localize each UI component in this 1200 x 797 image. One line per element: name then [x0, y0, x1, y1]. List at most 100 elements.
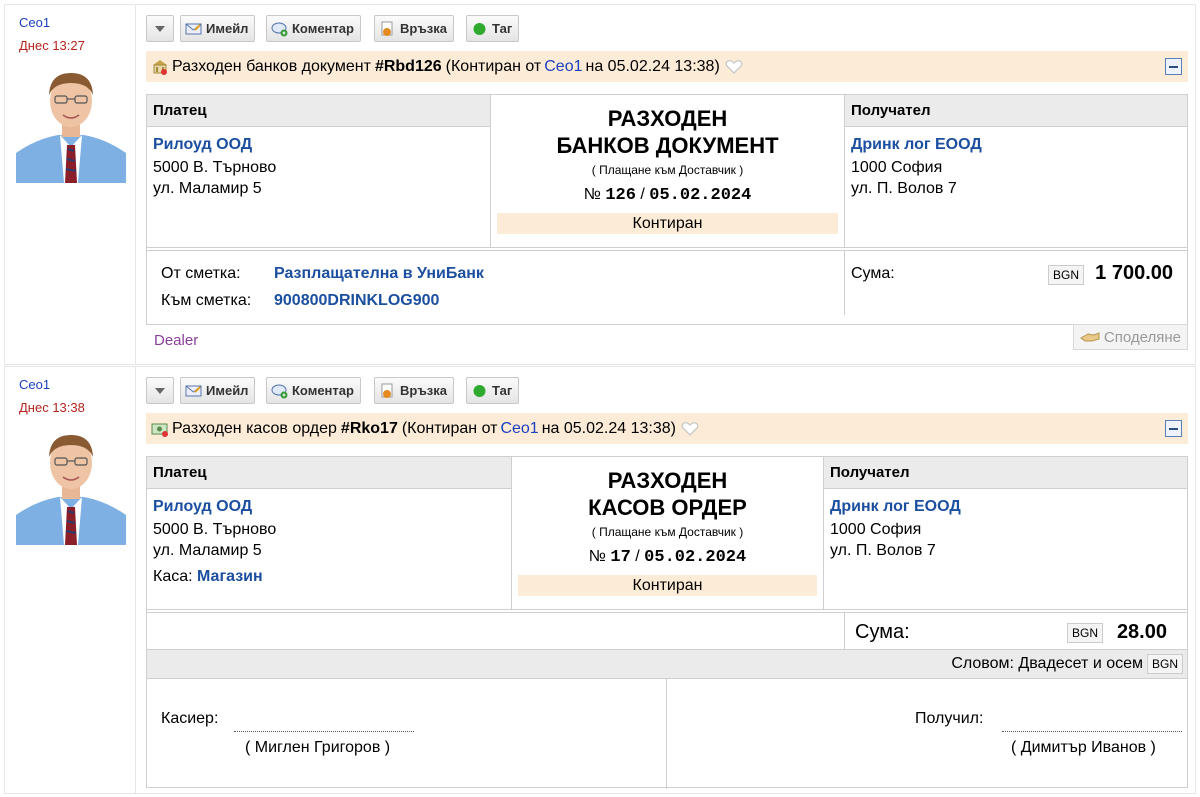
document-id[interactable]: #Rbd126 — [375, 58, 442, 76]
document-title-line2: КАСОВ ОРДЕР — [588, 495, 747, 520]
avatar — [16, 65, 126, 183]
number-value: 126 — [605, 186, 636, 205]
author-name[interactable]: Ceo1 — [19, 15, 50, 30]
sum-label: Сума: — [851, 265, 895, 282]
payer-address-line2: ул. Маламир 5 — [153, 542, 262, 559]
email-button[interactable]: Имейл — [180, 377, 256, 404]
entry-content: Имейл Коментар Връзка Таг Разходен касов… — [146, 367, 1192, 793]
payer-name[interactable]: Рилоуд ООД — [153, 498, 511, 516]
status-date: на 05.02.24 13:38) — [585, 57, 720, 75]
recipient-section: Получател Дринк лог ЕООД 1000 София ул. … — [844, 95, 1187, 247]
link-button[interactable]: Връзка — [374, 15, 455, 42]
document-number: № 126 / 05.02.2024 — [491, 186, 844, 205]
document-body: Платец Рилоуд ООД 5000 В. Търново ул. Ма… — [146, 94, 1188, 325]
amount-in-words: Словом: Двадесет и осем — [951, 655, 1143, 672]
tag-button[interactable]: Таг — [466, 377, 520, 404]
tag-button-label: Таг — [492, 21, 513, 36]
cash-order-icon — [151, 423, 168, 437]
recipient-name[interactable]: Дринк лог ЕООД — [851, 136, 1187, 154]
comment-button-label: Коментар — [292, 21, 354, 36]
divider — [147, 250, 1187, 251]
document-title-block: РАЗХОДЕН КАСОВ ОРДЕР ( Плащане към Доста… — [512, 457, 823, 609]
bank-document-icon — [153, 59, 167, 75]
tag-button[interactable]: Таг — [466, 15, 520, 42]
link-button-label: Връзка — [400, 21, 448, 36]
document-subtitle: ( Плащане към Доставчик ) — [591, 525, 744, 539]
dropdown-arrow-icon — [155, 387, 165, 394]
recipient-heading: Получател — [845, 95, 1187, 127]
from-account-link[interactable]: Разплащателна в УниБанк — [274, 265, 484, 283]
dealer-label[interactable]: Dealer — [154, 332, 198, 349]
from-account-label: От сметка: — [161, 265, 241, 282]
payer-section: Платец Рилоуд ООД 5000 В. Търново ул. Ма… — [147, 95, 491, 247]
cashier-name: ( Миглен Григоров ) — [245, 739, 391, 756]
received-signature-line — [1002, 731, 1182, 732]
document-status: (Контиран от — [401, 419, 498, 437]
to-account-label: Към сметка: — [161, 292, 252, 309]
entry-content: Имейл Коментар Връзка Таг Разходен банко… — [146, 5, 1192, 364]
feed-entry: Ceo1 Днес 13:27 Имейл Коментар Връзка Та… — [4, 4, 1196, 365]
author-panel: Ceo1 Днес 13:38 — [5, 367, 136, 793]
document-number: № 17 / 05.02.2024 — [512, 548, 823, 567]
tag-icon — [473, 384, 486, 397]
document-status: (Контиран от — [445, 57, 542, 75]
payer-heading: Платец — [147, 457, 511, 489]
feed-entry: Ceo1 Днес 13:38 Имейл Коментар Връзка Та… — [4, 366, 1196, 794]
cashier-label: Касиер: — [161, 710, 219, 727]
recipient-address-line2: ул. П. Волов 7 — [851, 180, 957, 197]
document-header-bar: Разходен касов ордер #Rko17 (Контиран от… — [146, 413, 1188, 444]
document-subtitle: ( Плащане към Доставчик ) — [591, 163, 744, 177]
comment-button[interactable]: Коментар — [266, 15, 361, 42]
cash-register-link[interactable]: Магазин — [197, 568, 263, 585]
divider — [147, 609, 1187, 610]
comment-button[interactable]: Коментар — [266, 377, 361, 404]
recipient-heading: Получател — [824, 457, 1187, 489]
collapse-icon[interactable] — [1165, 58, 1182, 75]
payer-name[interactable]: Рилоуд ООД — [153, 136, 490, 154]
heart-icon[interactable] — [680, 421, 700, 437]
dropdown-button[interactable] — [146, 377, 174, 404]
post-time: Днес 13:27 — [19, 38, 85, 53]
status-user-link[interactable]: Ceo1 — [544, 58, 582, 76]
dropdown-arrow-icon — [155, 25, 165, 32]
document-title-line1: РАЗХОДЕН — [607, 468, 728, 493]
email-button[interactable]: Имейл — [180, 15, 256, 42]
divider — [147, 324, 1187, 325]
comment-icon — [271, 384, 288, 398]
divider — [666, 679, 667, 789]
author-name[interactable]: Ceo1 — [19, 377, 50, 392]
number-sign: № — [583, 186, 601, 203]
recipient-section: Получател Дринк лог ЕООД 1000 София ул. … — [823, 457, 1187, 609]
document-date: 05.02.2024 — [644, 548, 747, 567]
divider — [147, 247, 1187, 248]
dropdown-button[interactable] — [146, 15, 174, 42]
link-button[interactable]: Връзка — [374, 377, 455, 404]
document-state: Контиран — [497, 213, 838, 234]
payer-heading: Платец — [147, 95, 490, 127]
document-body: Платец Рилоуд ООД 5000 В. Търново ул. Ма… — [146, 456, 1188, 789]
payer-section: Платец Рилоуд ООД 5000 В. Търново ул. Ма… — [147, 457, 512, 609]
collapse-icon[interactable] — [1165, 420, 1182, 437]
email-button-label: Имейл — [206, 21, 249, 36]
recipient-name[interactable]: Дринк лог ЕООД — [830, 498, 1187, 516]
comment-icon — [271, 22, 288, 36]
comment-button-label: Коментар — [292, 383, 354, 398]
share-button[interactable]: Споделяне — [1072, 324, 1188, 350]
payer-address-line1: 5000 В. Търново — [153, 521, 277, 538]
document-type: Разходен касов ордер — [172, 419, 337, 437]
to-account-link[interactable]: 900800DRINKLOG900 — [274, 292, 439, 310]
status-user-link[interactable]: Ceo1 — [500, 420, 538, 438]
heart-icon[interactable] — [724, 59, 744, 75]
cash-register: Каса: Магазин — [153, 568, 511, 585]
document-title-line1: РАЗХОДЕН — [607, 106, 728, 131]
share-icon — [1080, 332, 1100, 342]
email-icon — [185, 23, 202, 34]
received-label: Получил: — [915, 710, 984, 727]
received-name: ( Димитър Иванов ) — [1011, 739, 1156, 756]
document-id[interactable]: #Rko17 — [341, 420, 398, 438]
amount-value: 28.00 — [1116, 621, 1167, 643]
document-state: Контиран — [518, 575, 817, 596]
tag-button-label: Таг — [492, 383, 513, 398]
divider — [844, 250, 845, 315]
sum-label: Сума: — [855, 621, 910, 643]
